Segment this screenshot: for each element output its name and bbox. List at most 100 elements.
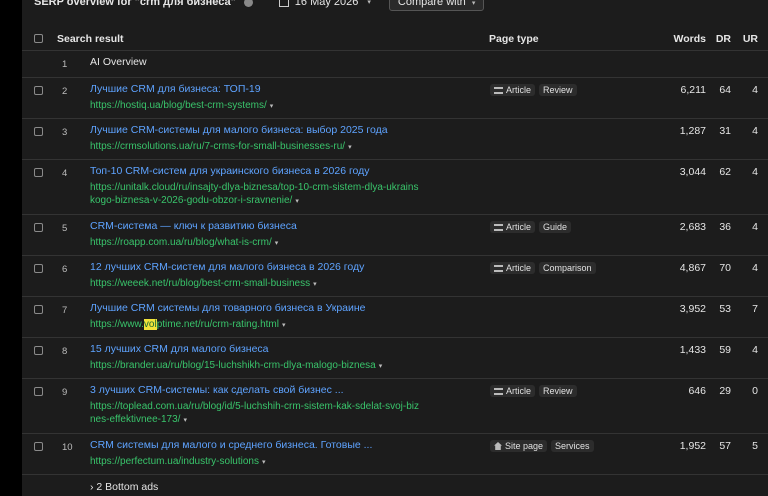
result-url-link[interactable]: https://unitalk.cloud/ru/insajty-dlya-bi… xyxy=(90,181,418,194)
url-segment: https://toplead.com.ua/ru/blog/id/5-luch… xyxy=(90,401,420,412)
result-title-link[interactable]: Топ-10 CRM-систем для украинского бизнес… xyxy=(90,165,370,177)
calendar-icon xyxy=(278,0,289,7)
row-checkbox[interactable] xyxy=(34,86,43,95)
page-type-tags: Article Guide xyxy=(490,221,572,233)
header-search-result[interactable]: Search result xyxy=(57,33,124,45)
header-ur[interactable]: UR xyxy=(743,33,758,45)
table-row[interactable]: 10 CRM системы для малого и среднего бизн… xyxy=(22,434,768,475)
table-row[interactable]: 7 Лучшие CRM системы для товарного бизнес… xyxy=(22,297,768,338)
result-url-link[interactable]: kogo-biznesa-v-2026-godu-obzor-i-sravnen… xyxy=(90,194,299,208)
result-title-link[interactable]: Лучшие CRM системы для товарного бизнеса… xyxy=(90,302,366,314)
row-checkbox[interactable] xyxy=(34,305,43,314)
url-segment: https://unitalk.cloud/ru/insajty-dlya-bi… xyxy=(90,182,419,193)
result-title-link[interactable]: CRM системы для малого и среднего бизнес… xyxy=(90,439,372,451)
url-rating: 4 xyxy=(752,344,758,356)
result-url-link[interactable]: https://roapp.com.ua/ru/blog/what-is-crm… xyxy=(90,236,278,250)
url-rating: 0 xyxy=(752,385,758,397)
result-title-link[interactable]: 3 лучших CRM-системы: как сделать свой б… xyxy=(90,384,344,396)
serp-toolbar: SERP overview for "crm для бизнеса" 16 M… xyxy=(34,0,485,11)
article-icon xyxy=(494,223,503,231)
ai-overview-row[interactable]: 1 AI Overview xyxy=(22,51,768,78)
result-title-link[interactable]: Лучшие CRM для бизнеса: ТОП-19 xyxy=(90,83,261,95)
table-row[interactable]: 3 Лучшие CRM-системы для малого бизнеса: … xyxy=(22,119,768,160)
tag-label: Review xyxy=(543,386,573,396)
header-page-type[interactable]: Page type xyxy=(489,33,539,45)
url-segment: https://hostiq.ua/blog/best-crm-systems/ xyxy=(90,100,267,111)
row-checkbox[interactable] xyxy=(34,223,43,232)
result-url-link[interactable]: https://crmsolutions.ua/ru/7-crms-for-sm… xyxy=(90,140,352,154)
date-picker[interactable]: 16 May 2026 ▾ xyxy=(278,0,371,8)
row-position: 10 xyxy=(62,442,73,453)
chevron-down-icon[interactable]: ▾ xyxy=(270,103,274,110)
result-url-link[interactable]: nes-effektivnee-173/▾ xyxy=(90,413,187,427)
tag-label: Guide xyxy=(543,222,568,232)
row-checkbox[interactable] xyxy=(34,387,43,396)
compare-button[interactable]: Compare with ▾ xyxy=(388,0,485,11)
chevron-down-icon[interactable]: ▾ xyxy=(348,144,352,151)
table-row[interactable]: 9 3 лучших CRM-системы: как сделать свой … xyxy=(22,379,768,434)
chevron-down-icon[interactable]: ▾ xyxy=(282,322,286,329)
url-segment: https://crmsolutions.ua/ru/7-crms-for-sm… xyxy=(90,141,346,152)
url-segment: https://brander.ua/ru/blog/15-luchshikh-… xyxy=(90,360,376,371)
row-checkbox[interactable] xyxy=(34,264,43,273)
result-title-link[interactable]: Лучшие CRM-системы для малого бизнеса: в… xyxy=(90,124,388,136)
page-type-tag: Site page xyxy=(490,440,548,452)
table-row[interactable]: 8 15 лучших CRM для малого бизнеса https:/… xyxy=(22,338,768,379)
page-type-tags: Article Review xyxy=(490,84,577,96)
result-url-link[interactable]: https://brander.ua/ru/blog/15-luchshikh-… xyxy=(90,359,382,373)
domain-rating: 53 xyxy=(719,303,731,315)
table-row[interactable]: 4 Топ-10 CRM-систем для украинского бизне… xyxy=(22,160,768,215)
url-rating: 7 xyxy=(752,303,758,315)
result-title-link[interactable]: 15 лучших CRM для малого бизнеса xyxy=(90,343,269,355)
chevron-down-icon[interactable]: ▾ xyxy=(275,240,279,247)
domain-rating: 62 xyxy=(719,166,731,178)
result-url-link[interactable]: https://toplead.com.ua/ru/blog/id/5-luch… xyxy=(90,400,419,413)
tag-label: Comparison xyxy=(543,263,592,273)
domain-rating: 70 xyxy=(719,262,731,274)
row-checkbox[interactable] xyxy=(34,442,43,451)
tag-label: Article xyxy=(506,85,532,95)
select-all-checkbox[interactable] xyxy=(34,34,43,43)
row-checkbox[interactable] xyxy=(34,168,43,177)
url-segment: https://www. xyxy=(90,319,144,330)
chevron-down-icon: ▾ xyxy=(471,0,476,7)
table-row[interactable]: 6 12 лучших CRM-систем для малого бизнеса… xyxy=(22,256,768,297)
result-url-link[interactable]: https://www.volptime.net/ru/crm-rating.h… xyxy=(90,318,285,332)
row-position: 3 xyxy=(62,127,68,138)
header-words[interactable]: Words xyxy=(674,33,706,45)
page-type-tag: Services xyxy=(551,440,594,452)
table-header: Search result Page type Words DR UR xyxy=(22,26,768,51)
tag-label: Review xyxy=(543,85,573,95)
url-segment: kogo-biznesa-v-2026-godu-obzor-i-sravnen… xyxy=(90,195,293,206)
page-type-tag: Article xyxy=(490,221,536,233)
result-url-link[interactable]: https://weeek.net/ru/blog/best-crm-small… xyxy=(90,277,317,291)
row-checkbox[interactable] xyxy=(34,127,43,136)
domain-rating: 64 xyxy=(719,84,731,96)
result-title-link[interactable]: CRM-система — ключ к развитию бизнеса xyxy=(90,220,297,232)
result-url-link[interactable]: https://perfectum.ua/industry-solutions ▾ xyxy=(90,455,266,469)
chevron-down-icon[interactable]: ▾ xyxy=(295,198,299,205)
bottom-ads-toggle[interactable]: › 2 Bottom ads xyxy=(90,481,158,493)
table-row[interactable]: 5 CRM-система — ключ к развитию бизнеса ht… xyxy=(22,215,768,256)
row-checkbox[interactable] xyxy=(34,346,43,355)
header-dr[interactable]: DR xyxy=(716,33,731,45)
result-url-link[interactable]: https://hostiq.ua/blog/best-crm-systems/… xyxy=(90,99,273,113)
result-title-link[interactable]: 12 лучших CRM-систем для малого бизнеса … xyxy=(90,261,364,273)
words-count: 2,683 xyxy=(679,221,706,233)
chevron-down-icon[interactable]: ▾ xyxy=(262,459,266,466)
table-row[interactable]: 2 Лучшие CRM для бизнеса: ТОП-19 https://h… xyxy=(22,78,768,119)
row-position: 4 xyxy=(62,168,68,179)
words-count: 3,952 xyxy=(679,303,706,315)
page-type-tag: Comparison xyxy=(539,262,596,274)
chevron-down-icon[interactable]: ▾ xyxy=(183,417,187,424)
page-type-tag: Article xyxy=(490,262,536,274)
url-rating: 5 xyxy=(752,440,758,452)
chevron-down-icon[interactable]: ▾ xyxy=(313,281,317,288)
url-rating: 4 xyxy=(752,262,758,274)
info-icon[interactable] xyxy=(243,0,253,7)
tag-label: Article xyxy=(506,386,532,396)
row-position: 5 xyxy=(62,223,68,234)
serp-title: SERP overview for "crm для бизнеса" xyxy=(34,0,236,8)
chevron-down-icon[interactable]: ▾ xyxy=(379,363,383,370)
page-type-tag: Article xyxy=(490,84,536,96)
